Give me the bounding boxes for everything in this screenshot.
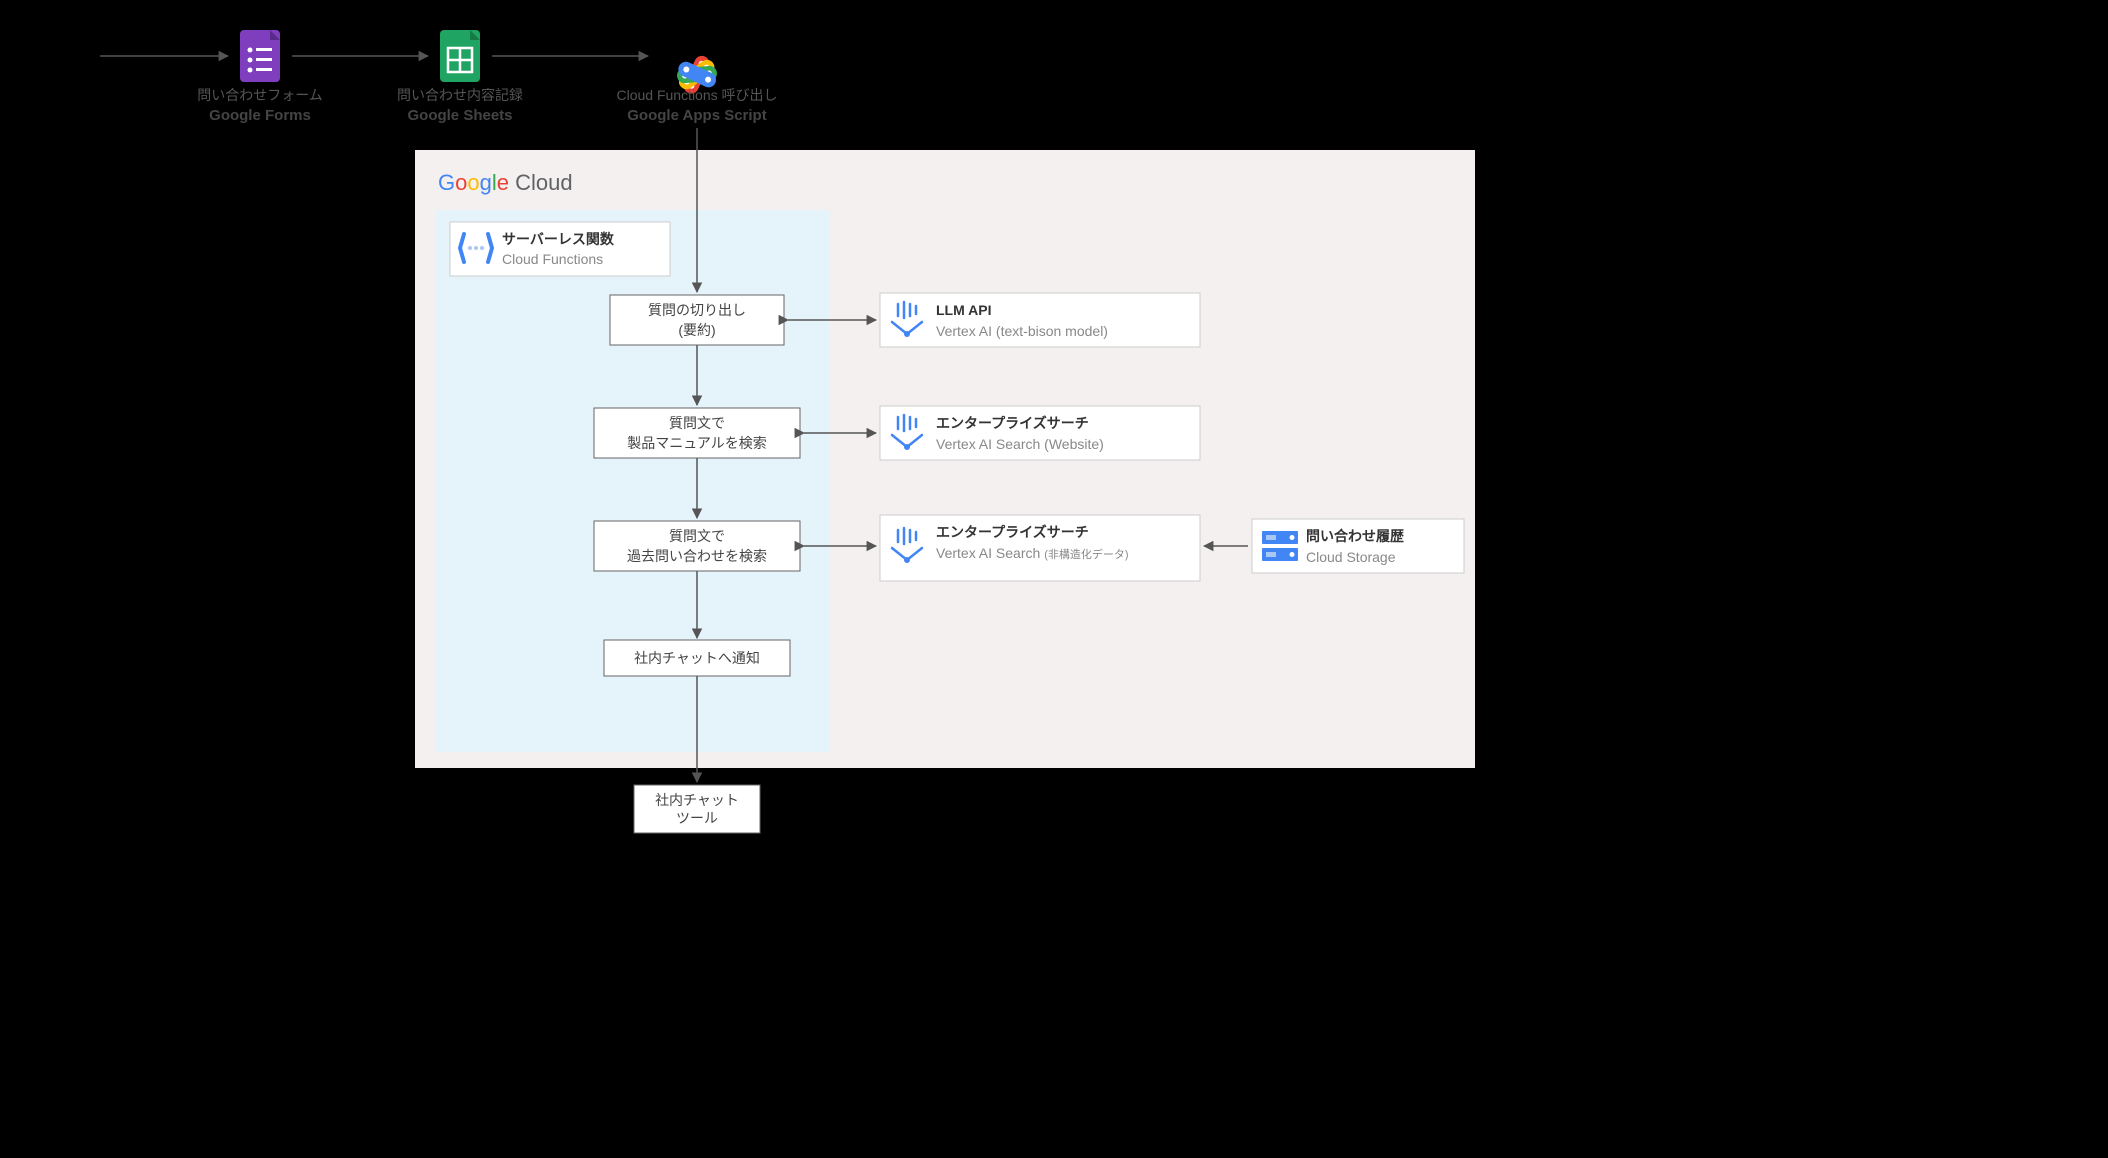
svg-text:サーバーレス関数: サーバーレス関数	[502, 231, 615, 247]
svg-text:Cloud Functions: Cloud Functions	[502, 251, 603, 267]
sheets-label-1: 問い合わせ内容記録	[397, 87, 523, 103]
vertex-search-unstructured-service: エンタープライズサーチ Vertex AI Search (非構造化データ)	[880, 515, 1200, 581]
svg-text:Vertex AI Search (Website): Vertex AI Search (Website)	[936, 436, 1104, 452]
step2-text-b: 製品マニュアルを検索	[627, 435, 767, 451]
cloud-storage-service: 問い合わせ履歴 Cloud Storage	[1252, 519, 1464, 573]
gas-label-1: Cloud Functions 呼び出し	[616, 87, 777, 103]
cloud-functions-label: サーバーレス関数 Cloud Functions	[450, 222, 670, 276]
google-forms-icon	[240, 30, 280, 82]
output-text-a: 社内チャット	[655, 792, 739, 808]
step1-text-a: 質問の切り出し	[648, 302, 746, 318]
llm-api-service: LLM API Vertex AI (text-bison model)	[880, 293, 1200, 347]
step4-text: 社内チャットへ通知	[634, 650, 760, 666]
google-sheets-icon	[440, 30, 480, 82]
sheets-label-2: Google Sheets	[407, 107, 512, 124]
step3-text-b: 過去問い合わせを検索	[627, 548, 767, 564]
gas-label-2: Google Apps Script	[627, 107, 766, 124]
step1-text-b: (要約)	[678, 322, 715, 338]
step3-text-a: 質問文で	[669, 528, 725, 544]
forms-label-2: Google Forms	[209, 107, 311, 124]
svg-text:エンタープライズサーチ: エンタープライズサーチ	[936, 415, 1089, 431]
google-cloud-logo: Google Cloud	[438, 170, 573, 195]
svg-text:Cloud Storage: Cloud Storage	[1306, 549, 1396, 565]
svg-text:Vertex AI (text-bison model): Vertex AI (text-bison model)	[936, 323, 1108, 339]
vertex-search-website-service: エンタープライズサーチ Vertex AI Search (Website)	[880, 406, 1200, 460]
svg-text:エンタープライズサーチ: エンタープライズサーチ	[936, 524, 1089, 540]
architecture-diagram: 問い合わせフォーム Google Forms 問い合わせ内容記録 Google …	[0, 0, 1520, 835]
step2-text-a: 質問文で	[669, 415, 725, 431]
svg-text:Google Cloud: Google Cloud	[438, 170, 573, 195]
forms-label-1: 問い合わせフォーム	[197, 87, 323, 103]
svg-text:LLM API: LLM API	[936, 302, 991, 318]
output-text-b: ツール	[676, 810, 718, 826]
svg-text:問い合わせ履歴: 問い合わせ履歴	[1306, 528, 1404, 544]
